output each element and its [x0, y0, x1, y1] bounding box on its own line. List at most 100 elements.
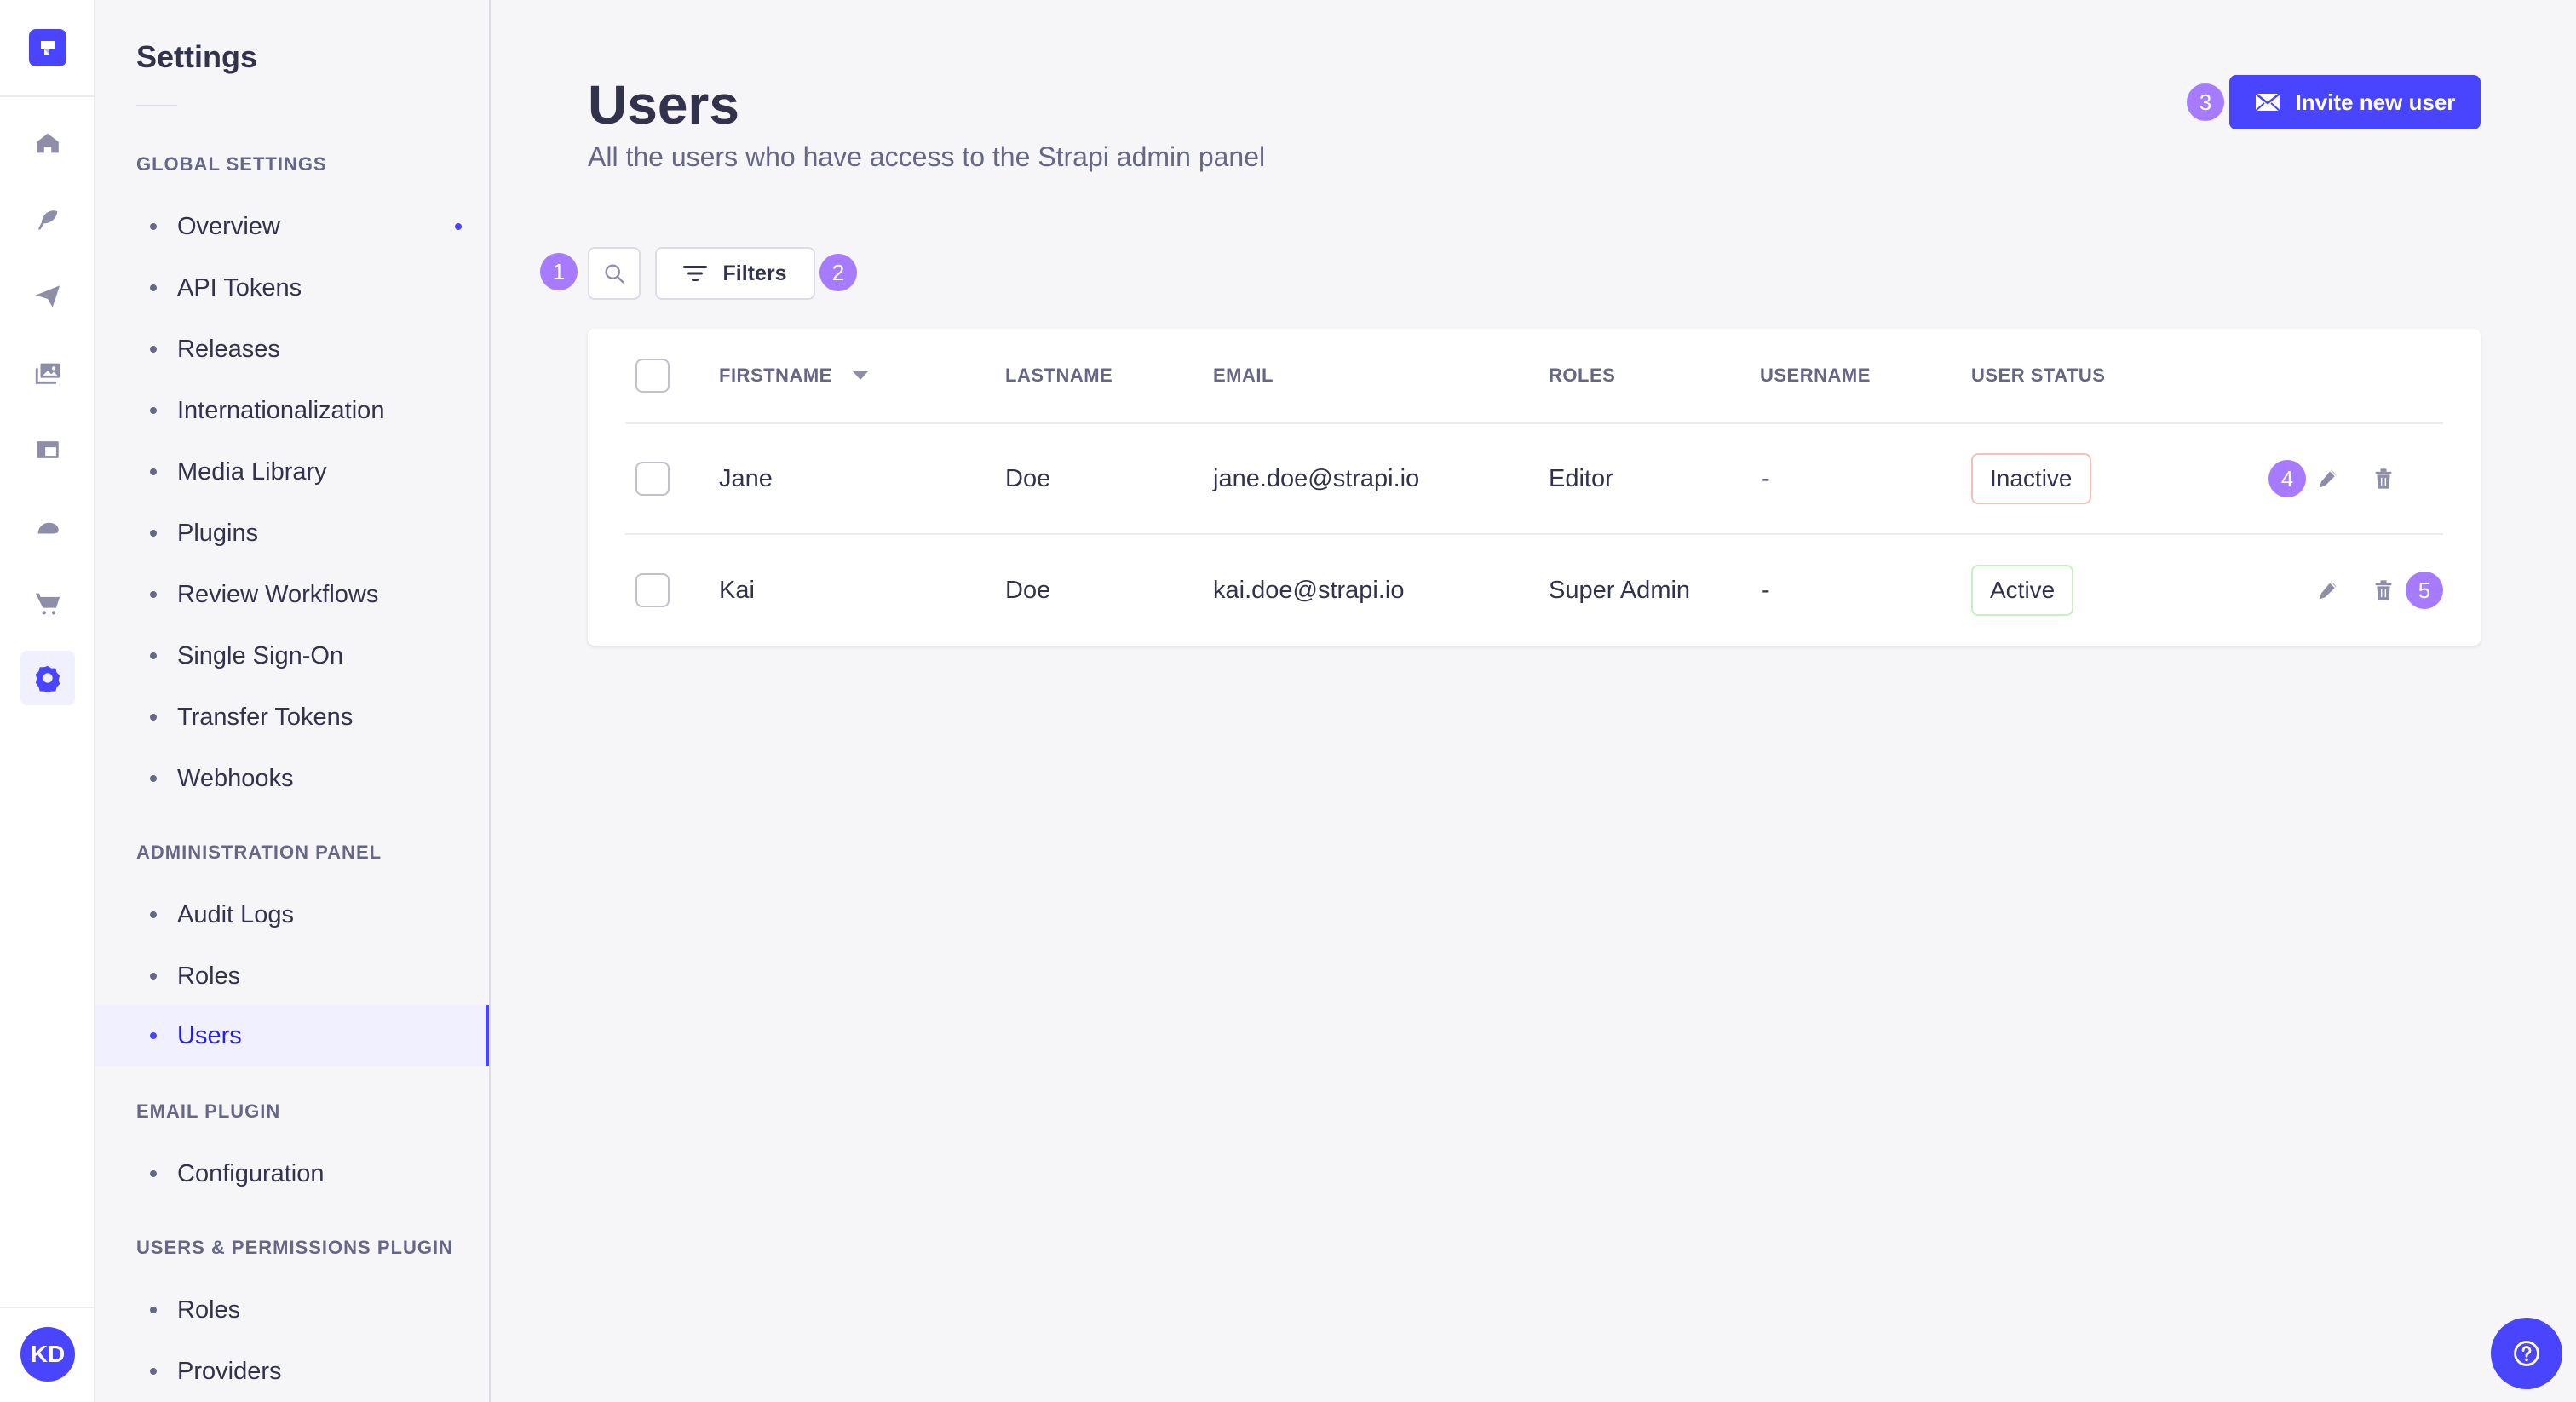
bullet-icon [150, 775, 157, 782]
nav-item-plugins[interactable]: Plugins [95, 503, 489, 564]
bullet-icon [150, 911, 157, 918]
nav-item-transfer-tokens[interactable]: Transfer Tokens [95, 687, 489, 748]
cell-lastname: Doe [1005, 464, 1051, 492]
nav-item-label: Transfer Tokens [177, 703, 354, 731]
nav-item-label: Webhooks [177, 764, 294, 792]
nav-item-label: Plugins [177, 519, 259, 547]
edit-user-button[interactable] [2310, 462, 2344, 496]
nav-item-overview[interactable]: Overview [95, 196, 489, 257]
nav-item-providers[interactable]: Providers [95, 1341, 489, 1402]
strapi-logo[interactable] [29, 29, 66, 66]
rail-content-manager[interactable] [20, 192, 75, 247]
nav-item-label: Roles [177, 1296, 241, 1324]
status-badge: Active [1971, 565, 2074, 616]
column-header-firstname[interactable]: Firstname [719, 329, 870, 422]
filters-button[interactable]: Filters [655, 247, 815, 300]
pencil-icon [2319, 581, 2337, 600]
nav-item-admin-roles[interactable]: Roles [95, 945, 489, 1007]
nav-item-audit-logs[interactable]: Audit Logs [95, 884, 489, 945]
table-row[interactable]: Kai Doe kai.doe@strapi.io Super Admin - … [625, 535, 2443, 646]
bullet-icon [150, 1368, 157, 1375]
section-label-global-settings: Global Settings [136, 153, 327, 175]
annotation-badge-3: 3 [2187, 83, 2224, 121]
nav-item-label: Media Library [177, 457, 327, 486]
nav-item-configuration[interactable]: Configuration [95, 1143, 489, 1204]
rail-marketplace[interactable] [20, 576, 75, 630]
rail-divider-bottom [0, 1307, 95, 1308]
column-header-email[interactable]: Email [1213, 329, 1274, 422]
nav-item-up-roles[interactable]: Roles [95, 1279, 489, 1341]
user-avatar[interactable]: KD [20, 1327, 75, 1382]
nav-item-api-tokens[interactable]: API Tokens [95, 257, 489, 319]
help-button[interactable] [2491, 1318, 2562, 1389]
nav-item-internationalization[interactable]: Internationalization [95, 380, 489, 441]
nav-item-review-workflows[interactable]: Review Workflows [95, 564, 489, 625]
settings-subnav: Settings Global Settings Overview API To… [95, 0, 491, 1402]
delete-user-button[interactable] [2366, 462, 2401, 496]
section-label-administration-panel: Administration Panel [136, 842, 382, 863]
nav-item-label: Configuration [177, 1159, 325, 1187]
nav-item-media-library[interactable]: Media Library [95, 441, 489, 503]
row-checkbox[interactable] [635, 462, 670, 496]
subnav-title-divider [136, 105, 177, 106]
subnav-title: Settings [136, 39, 258, 74]
trash-icon [2375, 580, 2392, 600]
cloud-icon [37, 522, 59, 534]
column-header-label: Firstname [719, 365, 832, 386]
column-header-username[interactable]: Username [1760, 329, 1871, 422]
users-table: Firstname Lastname Email Roles Username … [588, 329, 2481, 646]
nav-item-webhooks[interactable]: Webhooks [95, 748, 489, 809]
new-indicator-dot [455, 223, 462, 230]
sort-descending-icon[interactable] [851, 370, 870, 382]
envelope-icon [2254, 93, 2280, 112]
invite-new-user-button[interactable]: Invite new user [2229, 75, 2481, 129]
cell-email: jane.doe@strapi.io [1213, 464, 1420, 492]
pencil-icon [2319, 469, 2337, 488]
select-all-checkbox[interactable] [635, 359, 670, 393]
column-header-user-status: User Status [1971, 365, 2106, 386]
cell-roles: Super Admin [1549, 576, 1691, 604]
cell-firstname: Jane [719, 464, 773, 492]
rail-deploy[interactable] [20, 499, 75, 554]
cell-lastname: Doe [1005, 576, 1051, 604]
row-checkbox[interactable] [635, 573, 670, 607]
nav-item-releases[interactable]: Releases [95, 319, 489, 380]
column-header-roles: Roles [1549, 365, 1616, 386]
nav-item-label: Providers [177, 1357, 282, 1385]
cog-icon [35, 665, 60, 692]
nav-item-label: Internationalization [177, 396, 385, 424]
nav-item-users[interactable]: Users [95, 1005, 489, 1066]
rail-home[interactable] [20, 116, 75, 170]
bullet-icon [150, 1032, 157, 1039]
rail-divider [0, 95, 95, 97]
nav-item-label: Review Workflows [177, 580, 379, 608]
search-button[interactable] [588, 247, 641, 300]
bullet-icon [150, 223, 157, 230]
cell-username: - [1762, 576, 1770, 604]
nav-item-label: Users [177, 1021, 242, 1049]
delete-user-button[interactable] [2366, 573, 2401, 607]
section-label-users-permissions-plugin: Users & Permissions Plugin [136, 1237, 453, 1258]
filter-icon [683, 266, 708, 281]
trash-icon [2375, 468, 2392, 489]
edit-user-button[interactable] [2310, 573, 2344, 607]
column-header-lastname[interactable]: Lastname [1005, 329, 1113, 422]
nav-item-label: API Tokens [177, 273, 302, 302]
rail-content-type-builder[interactable] [20, 422, 75, 477]
main-nav-rail: KD [0, 0, 95, 1402]
annotation-badge-2: 2 [819, 254, 857, 291]
nav-item-single-sign-on[interactable]: Single Sign-On [95, 625, 489, 687]
nav-item-label: Single Sign-On [177, 641, 344, 669]
rail-settings[interactable] [20, 651, 75, 705]
rail-releases[interactable] [20, 269, 75, 324]
cart-icon [35, 593, 60, 615]
paper-plane-icon [35, 285, 60, 307]
bullet-icon [150, 346, 157, 353]
cell-username: - [1762, 464, 1770, 492]
bullet-icon [150, 1170, 157, 1177]
table-row[interactable]: Jane Doe jane.doe@strapi.io Editor - Ina… [625, 424, 2443, 535]
rail-media-library[interactable] [20, 346, 75, 400]
invite-button-label: Invite new user [2295, 89, 2456, 115]
nav-item-label: Releases [177, 335, 280, 363]
bullet-icon [150, 1307, 157, 1313]
